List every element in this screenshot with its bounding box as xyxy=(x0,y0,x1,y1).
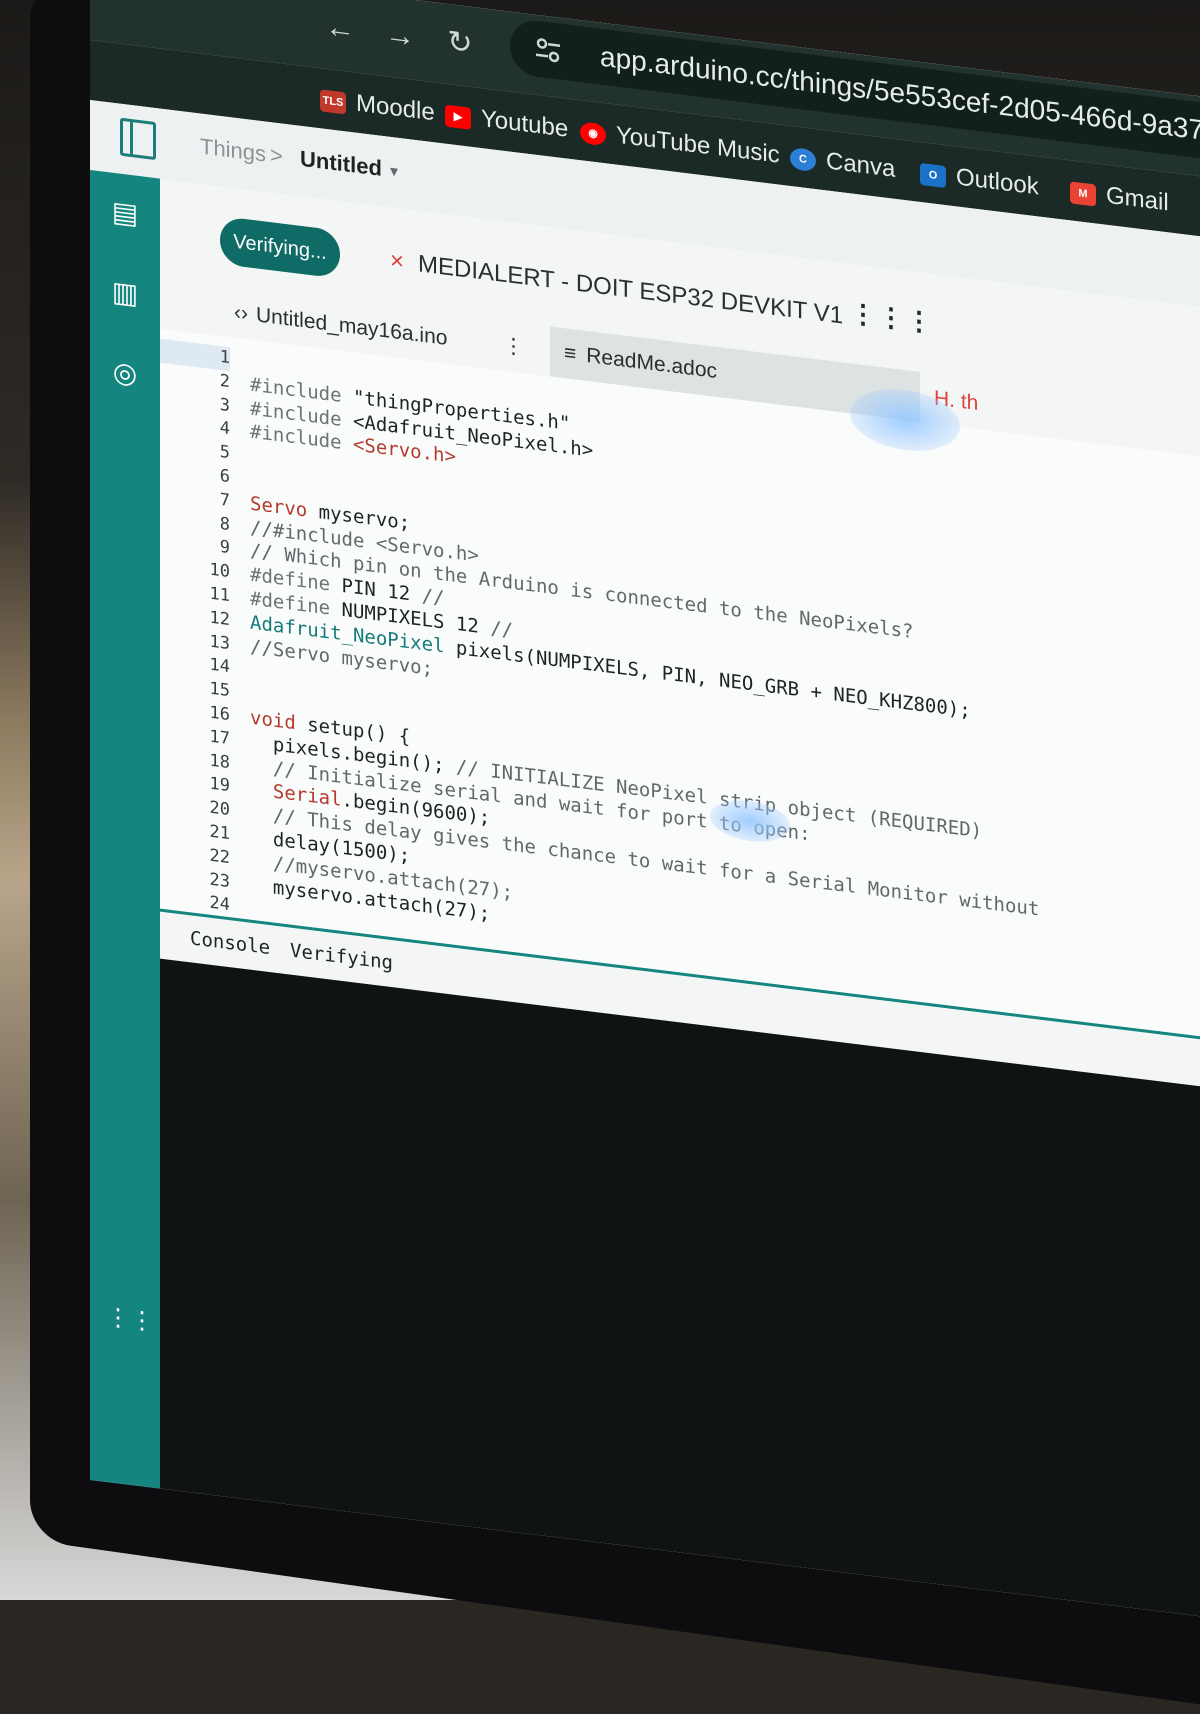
console-status: Verifying xyxy=(290,939,393,975)
code-brackets-icon: ‹› xyxy=(234,300,248,326)
canva-icon: C xyxy=(790,146,816,172)
bookmark-gmail[interactable]: M Gmail xyxy=(1070,174,1169,220)
editor-panel: Verifying... × MEDIALERT - DOIT ESP32 DEV… xyxy=(160,178,1200,1628)
outlook-icon: O xyxy=(920,162,946,188)
sidebar-toggle-icon[interactable] xyxy=(120,117,156,161)
breadcrumb-separator-icon: > xyxy=(270,142,283,169)
bookmark-label: Canva xyxy=(826,147,896,183)
libraries-icon[interactable]: ▥ xyxy=(106,272,144,315)
youtube-music-icon: ◉ xyxy=(580,120,606,147)
console-label[interactable]: Console xyxy=(190,927,270,959)
back-icon[interactable]: ← xyxy=(320,6,360,51)
breadcrumb-things[interactable]: Things xyxy=(200,134,266,168)
tab-more-icon[interactable]: ⋮ xyxy=(503,321,524,374)
bookmark-label: Youtube xyxy=(481,105,569,143)
bookmark-label: YouTube Music xyxy=(616,121,780,169)
bookmark-moodle[interactable]: TLS Moodle xyxy=(320,82,435,130)
text-lines-icon: ≡ xyxy=(564,341,577,366)
left-rail: ▤ ▥ ◎ ⋮⋮ xyxy=(90,170,160,1499)
reload-icon[interactable]: ↻ xyxy=(440,21,480,66)
bookmark-outlook[interactable]: O Outlook xyxy=(920,156,1039,205)
laptop-screen: ← → ↻ app.arduino.cc/things/5e553cef-2d0… xyxy=(90,0,1200,1628)
bookmark-canva[interactable]: C Canva xyxy=(790,140,895,187)
forward-icon[interactable]: → xyxy=(380,14,420,59)
sliders-icon[interactable]: ⋮⋮ xyxy=(106,1302,154,1345)
error-x-icon: × xyxy=(390,246,405,276)
tab-label: Untitled_may16a.ino xyxy=(256,303,448,350)
reference-icon[interactable]: ◎ xyxy=(106,352,144,395)
bookmark-label: Gmail xyxy=(1106,181,1169,217)
sketchbook-icon[interactable]: ▤ xyxy=(106,192,144,235)
youtube-icon: ▶ xyxy=(445,104,471,130)
gmail-icon: M xyxy=(1070,180,1096,207)
breadcrumb-untitled[interactable]: Untitled xyxy=(300,146,382,182)
bookmark-label: Outlook xyxy=(956,163,1039,201)
site-settings-icon[interactable] xyxy=(532,32,564,68)
board-options-icon[interactable]: ⋮⋮⋮ xyxy=(850,297,934,338)
bookmark-label: Moodle xyxy=(356,89,435,127)
bookmark-youtube[interactable]: ▶ Youtube xyxy=(445,98,568,147)
verifying-status-pill: Verifying... xyxy=(220,215,340,279)
tab-label: ReadMe.adoc xyxy=(586,343,718,383)
moodle-icon: TLS xyxy=(320,88,346,115)
chevron-down-icon[interactable]: ▾ xyxy=(390,161,398,182)
line-number-gutter: 1 2 3 4 5 6 7 8 9 10 11 12 13 14 15 16 17 18 19 20 21 22 23 24 xyxy=(160,338,230,919)
